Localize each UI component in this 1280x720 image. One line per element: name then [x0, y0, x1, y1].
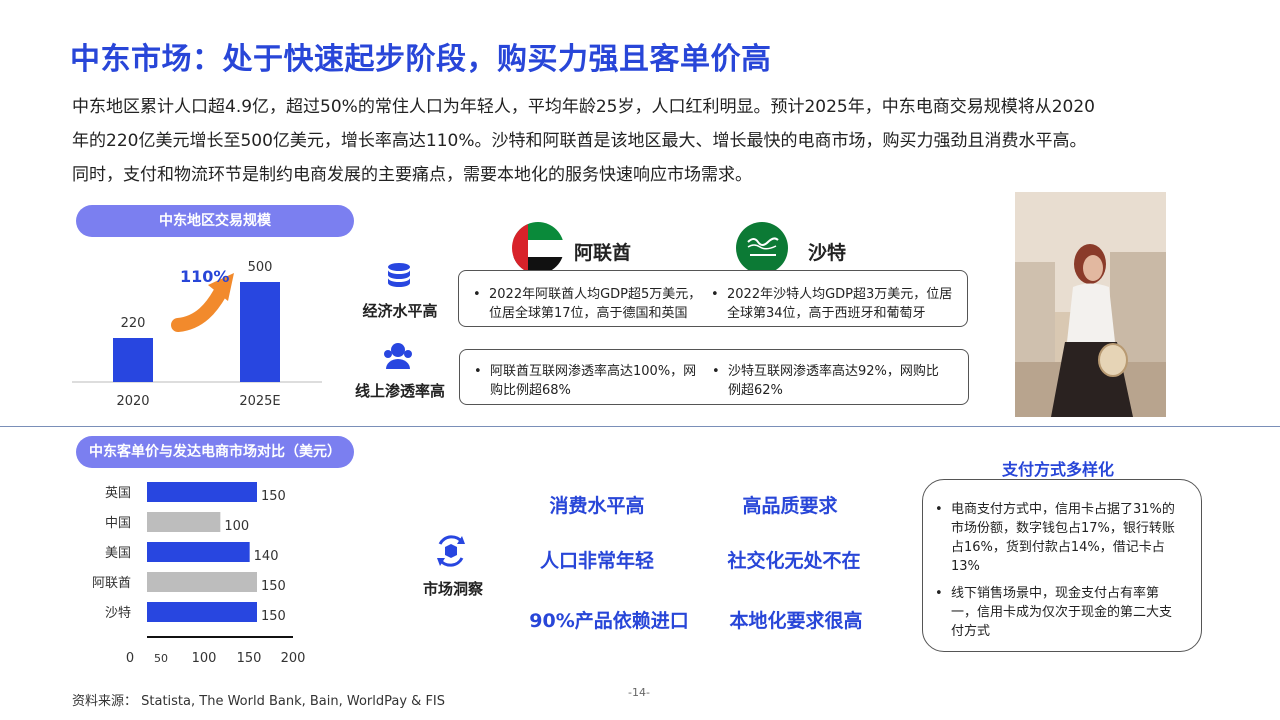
penetration-ksa-text: 沙特互联网渗透率高达92%，网购比例超62%	[712, 362, 942, 400]
country-name-uae: 阿联酋	[574, 242, 632, 264]
insight-item: 本地化要求很高	[729, 610, 863, 632]
payment-offline-text: 线下销售场景中，现金支付占有率第一，信用卡成为仅次于现金的第二大支付方式	[935, 584, 1183, 641]
trade-value-label: 220	[121, 316, 146, 331]
price-value-label: 150	[261, 489, 286, 504]
trade-category-label: 2025E	[239, 394, 280, 409]
payment-box: 电商支付方式中，信用卡占据了31%的市场份额，数字钱包占17%，银行转账占16%…	[922, 479, 1202, 652]
source-note: 资料来源： Statista, The World Bank, Bain, Wo…	[72, 694, 446, 709]
avg-price-pill: 中东客单价与发达电商市场对比（美元）	[76, 436, 354, 468]
page-number: -14-	[628, 686, 650, 699]
growth-arrow-icon	[171, 286, 227, 332]
price-category-label: 中国	[105, 516, 131, 531]
intro-paragraph: 中东地区累计人口超4.9亿，超过50%的常住人口为年轻人，平均年龄25岁，人口红…	[72, 90, 1212, 192]
price-tick-label: 100	[192, 651, 217, 666]
penetration-uae-text: 阿联酋互联网渗透率高达100%，网购比例超68%	[474, 362, 704, 400]
intro-line: 同时，支付和物流环节是制约电商发展的主要痛点，需要本地化的服务快速响应市场需求。	[72, 165, 752, 185]
saudi-flag-icon	[736, 222, 788, 274]
row-label-economy: 经济水平高	[362, 302, 438, 320]
insight-item: 社交化无处不在	[727, 550, 861, 572]
price-category-label: 阿联酋	[92, 575, 131, 591]
price-tick-label: 50	[154, 652, 168, 665]
payment-online-text: 电商支付方式中，信用卡占据了31%的市场份额，数字钱包占17%，银行转账占16%…	[935, 500, 1183, 576]
uae-flag-icon	[512, 222, 564, 274]
database-icon	[386, 262, 412, 296]
insight-item: 消费水平高	[549, 495, 645, 517]
price-bar	[147, 602, 257, 622]
insight-item: 人口非常年轻	[539, 550, 654, 572]
trade-category-label: 2020	[116, 394, 149, 409]
avg-price-chart: 英国 150 中国 100 美国 140 阿联酋 150 沙特 150 0 50 100 150 200	[92, 482, 306, 666]
payment-title: 支付方式多样化	[1001, 460, 1114, 479]
price-tick-label: 200	[281, 651, 306, 666]
intro-line: 年的220亿美元增长至500亿美元，增长率高达110%。沙特和阿联酋是该地区最大…	[72, 131, 1087, 151]
price-value-label: 100	[224, 519, 249, 534]
price-value-label: 150	[261, 579, 286, 594]
refresh-box-icon	[432, 532, 470, 574]
penetration-info-box: 阿联酋互联网渗透率高达100%，网购比例超68% 沙特互联网渗透率高达92%，网…	[459, 349, 969, 405]
trade-scale-pill: 中东地区交易规模	[76, 205, 354, 237]
price-category-label: 美国	[105, 546, 131, 561]
model-photo	[1015, 192, 1166, 417]
price-bar	[147, 572, 257, 592]
price-bar	[147, 482, 257, 502]
price-tick-label: 0	[126, 651, 134, 666]
economy-info-box: 2022年阿联酋人均GDP超5万美元，位居全球第17位，高于德国和英国 2022…	[458, 270, 968, 327]
country-name-ksa: 沙特	[808, 242, 847, 264]
price-category-label: 英国	[105, 486, 131, 501]
trade-value-label: 500	[248, 260, 273, 275]
insight-item: 90%产品依赖进口	[529, 610, 689, 632]
price-value-label: 150	[261, 609, 286, 624]
market-insight-label: 市场洞察	[422, 580, 483, 598]
price-tick-label: 150	[237, 651, 262, 666]
insight-item: 高品质要求	[742, 495, 838, 517]
trade-scale-chart: 110% 220 2020 500 2025E	[72, 260, 322, 409]
economy-ksa-text: 2022年沙特人均GDP超3万美元，位居全球第34位，高于西班牙和葡萄牙	[711, 285, 959, 323]
row-label-penetration: 线上渗透率高	[354, 382, 445, 400]
trade-bar	[240, 282, 280, 382]
price-bar	[147, 512, 221, 532]
price-bar	[147, 542, 250, 562]
page-title: 中东市场：处于快速起步阶段，购买力强且客单价高	[70, 42, 772, 77]
price-category-label: 沙特	[105, 606, 131, 621]
price-value-label: 140	[254, 549, 279, 564]
growth-label: 110%	[180, 267, 229, 286]
economy-uae-text: 2022年阿联酋人均GDP超5万美元，位居全球第17位，高于德国和英国	[473, 285, 703, 323]
users-icon	[382, 342, 414, 374]
intro-line: 中东地区累计人口超4.9亿，超过50%的常住人口为年轻人，平均年龄25岁，人口红…	[72, 97, 1095, 117]
trade-bar	[113, 338, 153, 382]
section-divider	[0, 426, 1280, 427]
